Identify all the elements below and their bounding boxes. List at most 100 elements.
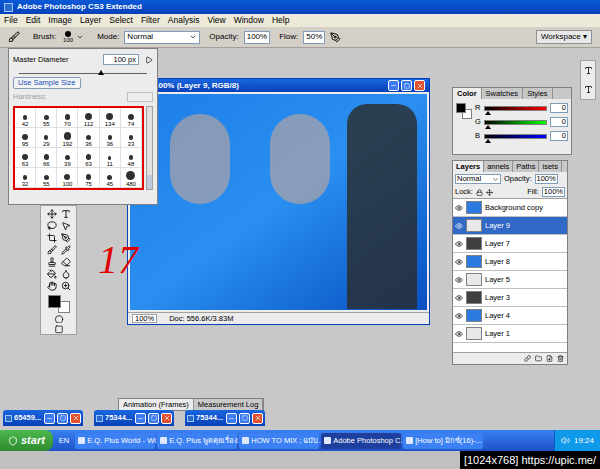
visibility-icon[interactable]	[455, 204, 463, 212]
maximize-button[interactable]	[401, 80, 412, 91]
quick-mask-icon[interactable]	[54, 315, 64, 324]
panel-tab[interactable]: isets	[539, 161, 561, 172]
tool-icon[interactable]	[61, 281, 71, 291]
visibility-icon[interactable]	[455, 276, 463, 284]
tool-icon[interactable]	[47, 245, 57, 255]
maximize-button[interactable]	[57, 413, 68, 424]
airbrush-icon[interactable]	[330, 32, 341, 43]
brush-preset-cell[interactable]: 32	[15, 168, 36, 188]
menu-item[interactable]: Edit	[26, 16, 41, 25]
minimized-window[interactable]: 75344...	[94, 410, 174, 426]
minimize-button[interactable]	[44, 413, 55, 424]
close-button[interactable]	[414, 80, 425, 91]
tool-icon[interactable]	[61, 257, 71, 267]
layer-row[interactable]: Layer 9	[453, 217, 567, 235]
menu-item[interactable]: Image	[48, 16, 72, 25]
panel-tab[interactable]: Measurement Log	[194, 399, 263, 410]
brush-preset-cell[interactable]: 112	[78, 108, 99, 128]
tool-icon[interactable]	[47, 221, 57, 231]
brush-preset-cell[interactable]: 70	[57, 108, 78, 128]
brush-preset-cell[interactable]: 36	[100, 128, 121, 148]
maximize-button[interactable]	[239, 413, 250, 424]
channel-slider[interactable]	[484, 134, 547, 139]
language-indicator[interactable]: EN	[55, 437, 73, 445]
channel-value[interactable]: 0	[550, 131, 568, 141]
opacity-field[interactable]: 100%	[244, 31, 270, 44]
menu-item[interactable]: Window	[234, 16, 264, 25]
tool-icon[interactable]	[47, 257, 57, 267]
link-icon[interactable]	[524, 355, 531, 362]
brush-preset-cell[interactable]: 48	[121, 148, 142, 168]
tool-icon[interactable]	[47, 281, 57, 291]
minimize-button[interactable]	[388, 80, 399, 91]
tool-icon[interactable]	[61, 221, 71, 231]
trash-icon[interactable]	[557, 355, 564, 362]
opacity-field[interactable]: 100%	[535, 174, 558, 184]
visibility-icon[interactable]	[455, 240, 463, 248]
use-sample-size-button[interactable]: Use Sample Size	[13, 77, 81, 89]
layer-row[interactable]: Layer 1	[453, 325, 567, 343]
brush-preset-cell[interactable]: 39	[57, 148, 78, 168]
layer-row[interactable]: Layer 8	[453, 253, 567, 271]
close-button[interactable]	[70, 413, 81, 424]
brush-preset-cell[interactable]: 74	[121, 108, 142, 128]
new-layer-icon[interactable]	[546, 355, 553, 362]
brush-preset[interactable]: 100	[61, 31, 84, 43]
brush-preset-cell[interactable]: 480	[121, 168, 142, 188]
visibility-icon[interactable]	[455, 294, 463, 302]
brush-preset-cell[interactable]: 11	[100, 148, 121, 168]
brush-tool-icon[interactable]	[8, 31, 20, 43]
panel-tab[interactable]: Color	[453, 88, 482, 99]
brush-preset-cell[interactable]: 55	[36, 168, 57, 188]
slider-handle[interactable]	[98, 70, 104, 75]
channel-slider[interactable]	[484, 120, 547, 125]
menu-item[interactable]: File	[4, 16, 18, 25]
paragraph-icon[interactable]	[584, 85, 593, 94]
taskbar-button[interactable]: E.Q. Plus World - Wi...	[75, 433, 155, 449]
minimize-button[interactable]	[135, 413, 146, 424]
menu-item[interactable]: Select	[109, 16, 133, 25]
tool-icon[interactable]	[61, 245, 71, 255]
panel-tab[interactable]: Animation (Frames)	[119, 399, 194, 410]
tool-icon[interactable]	[61, 269, 71, 279]
minimize-button[interactable]	[226, 413, 237, 424]
close-button[interactable]	[161, 413, 172, 424]
channel-value[interactable]: 0	[550, 117, 568, 127]
volume-icon[interactable]	[561, 436, 570, 445]
minimized-window[interactable]: 75344...	[185, 410, 265, 426]
brush-preset-cell[interactable]: 100	[57, 168, 78, 188]
brush-preset-cell[interactable]: 63	[78, 148, 99, 168]
hardness-field[interactable]	[127, 92, 153, 102]
lock-icon[interactable]	[476, 189, 483, 196]
slider-handle[interactable]	[485, 139, 491, 143]
slider-handle[interactable]	[485, 125, 491, 129]
taskbar-button[interactable]: [How to] มิกซ์(16)-...	[403, 433, 483, 449]
slider-handle[interactable]	[485, 111, 491, 115]
group-icon[interactable]	[535, 355, 542, 362]
layer-row[interactable]: Layer 3	[453, 289, 567, 307]
menu-item[interactable]: Layer	[80, 16, 101, 25]
tool-icon[interactable]	[47, 233, 57, 243]
brush-preset-cell[interactable]: 45	[100, 168, 121, 188]
brush-preset-cell[interactable]: 63	[15, 148, 36, 168]
diameter-slider[interactable]	[19, 68, 147, 74]
visibility-icon[interactable]	[455, 330, 463, 338]
master-diameter-field[interactable]: 100 px	[103, 54, 139, 65]
mode-select[interactable]: Normal	[124, 31, 200, 44]
taskbar-button[interactable]: HOW TO MIX ; ฉบับ...	[239, 433, 319, 449]
character-icon[interactable]	[584, 66, 593, 75]
flow-field[interactable]: 50%	[303, 31, 325, 44]
taskbar-button[interactable]: Adobe Photoshop C...	[321, 433, 401, 449]
close-button[interactable]	[252, 413, 263, 424]
menu-item[interactable]: View	[207, 16, 225, 25]
channel-slider[interactable]	[484, 106, 547, 111]
menu-arrow-icon[interactable]	[145, 56, 153, 64]
panel-tab[interactable]: Layers	[453, 161, 484, 172]
visibility-icon[interactable]	[455, 222, 463, 230]
brush-preset-cell[interactable]: 134	[100, 108, 121, 128]
layer-row[interactable]: Layer 5	[453, 271, 567, 289]
panel-tab[interactable]: Styles	[523, 88, 552, 99]
minimized-window[interactable]: 65459...	[3, 410, 83, 426]
start-button[interactable]: start	[0, 430, 53, 451]
fg-bg-swatch[interactable]	[456, 103, 472, 119]
